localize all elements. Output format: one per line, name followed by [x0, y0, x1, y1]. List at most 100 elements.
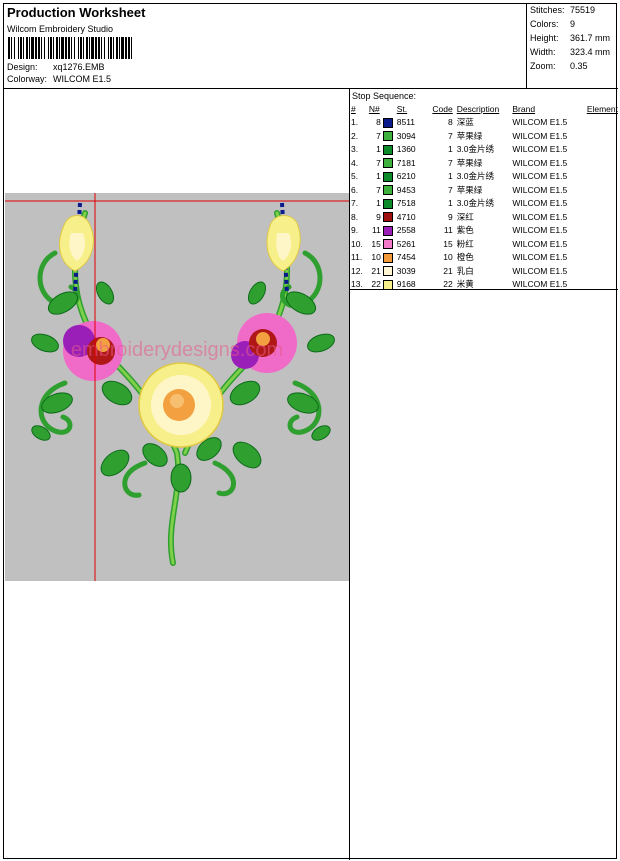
table-row: 6. 7 9453 7 苹果绿 WILCOM E1.5 — [351, 183, 618, 197]
row-code: 1 — [447, 144, 453, 155]
col-needle: N# — [368, 103, 380, 114]
row-index: 4. — [351, 157, 359, 168]
color-swatch — [382, 278, 397, 292]
row-index: 9. — [351, 225, 359, 236]
row-needle: 1 — [376, 198, 381, 209]
barcode-bar — [59, 37, 60, 59]
colorway-row: Colorway: WILCOM E1.5 — [7, 74, 111, 84]
table-row: 3. 1 1360 1 3.0金片绣 WILCOM E1.5 — [351, 143, 618, 157]
color-swatch-box — [382, 212, 393, 223]
row-brand: WILCOM E1.5 — [512, 265, 568, 276]
watermark: embroiderydesigns.com — [71, 339, 283, 361]
color-swatch — [382, 143, 397, 157]
barcode-bar — [23, 37, 24, 59]
row-brand: WILCOM E1.5 — [512, 211, 568, 222]
row-description: 3.0金片绣 — [456, 198, 495, 209]
row-thread-number: 3039 — [396, 265, 416, 276]
row-index: 12. — [351, 265, 363, 276]
barcode-bar — [65, 37, 67, 59]
barcode-bar — [11, 37, 12, 59]
barcode-bar — [104, 37, 105, 59]
color-swatch — [382, 264, 397, 278]
table-row: 12. 21 3039 21 乳白 WILCOM E1.5 — [351, 264, 618, 278]
table-row: 9. 11 2558 11 紫色 WILCOM E1.5 — [351, 224, 618, 238]
row-needle: 7 — [376, 130, 381, 141]
barcode-bar — [53, 37, 54, 59]
row-element — [578, 129, 618, 143]
row-code: 7 — [447, 157, 453, 168]
row-needle: 8 — [376, 117, 381, 128]
barcode-bar — [74, 37, 75, 59]
barcode-bar — [91, 37, 94, 59]
row-code: 22 — [443, 279, 453, 290]
row-needle: 7 — [376, 157, 381, 168]
barcode-bar — [26, 37, 28, 59]
row-brand: WILCOM E1.5 — [512, 130, 568, 141]
barcode-bar — [14, 37, 15, 59]
row-needle: 10 — [371, 252, 381, 263]
barcode-bar — [35, 37, 37, 59]
row-needle: 22 — [371, 279, 381, 290]
row-brand: WILCOM E1.5 — [512, 184, 568, 195]
stop-sequence-title: Stop Sequence: — [352, 91, 417, 101]
design-stats: Stitches: 75519 Colors: 9 Height: 361.7 mm … — [528, 4, 618, 88]
row-needle: 1 — [376, 171, 381, 182]
row-thread-number: 7181 — [396, 157, 416, 168]
row-needle: 21 — [371, 265, 381, 276]
design-label: Design: — [7, 62, 38, 72]
barcode-bar — [41, 37, 42, 59]
table-row: 10. 15 5261 15 粉红 WILCOM E1.5 — [351, 237, 618, 251]
color-swatch-box — [382, 225, 393, 236]
color-swatch-box — [382, 239, 393, 250]
row-needle: 9 — [376, 211, 381, 222]
barcode-bar — [125, 37, 127, 59]
table-row: 2. 7 3094 7 苹果绿 WILCOM E1.5 — [351, 129, 618, 143]
row-element — [578, 143, 618, 157]
color-swatch-box — [382, 266, 393, 277]
col-index: # — [351, 103, 356, 114]
table-row: 13. 22 9168 22 米黄 WILCOM E1.5 — [351, 278, 618, 292]
design-value: xq1276.EMB — [53, 62, 105, 72]
col-code: Code — [432, 103, 453, 114]
row-needle: 7 — [376, 184, 381, 195]
stat-colors: Colors: 9 — [530, 19, 576, 29]
row-description: 3.0金片绣 — [456, 144, 495, 155]
barcode-bar — [119, 37, 120, 59]
row-description: 3.0金片绣 — [456, 171, 495, 182]
barcode-bar — [131, 37, 132, 59]
row-thread-number: 4710 — [396, 211, 416, 222]
row-brand: WILCOM E1.5 — [512, 117, 568, 128]
embroidery-artwork: embroiderydesigns.com — [5, 193, 349, 581]
row-element — [578, 116, 618, 130]
barcode-bar — [95, 37, 97, 59]
table-row: 11. 10 7454 10 橙色 WILCOM E1.5 — [351, 251, 618, 265]
barcode-bar — [83, 37, 84, 59]
color-swatch — [382, 224, 397, 238]
page-title: Production Worksheet — [7, 5, 146, 20]
barcode-bar — [56, 37, 58, 59]
color-swatch-box — [382, 171, 393, 182]
barcode-bar — [29, 37, 30, 59]
barcode-bar — [128, 37, 130, 59]
barcode-bar — [110, 37, 112, 59]
row-code: 15 — [443, 238, 453, 249]
row-brand: WILCOM E1.5 — [512, 238, 568, 249]
barcode-bar — [50, 37, 52, 59]
color-swatch-box — [382, 185, 393, 196]
row-index: 7. — [351, 198, 359, 209]
header-info: Production Worksheet Wilcom Embroidery S… — [4, 4, 527, 88]
row-element — [578, 170, 618, 184]
barcode-bar — [61, 37, 64, 59]
row-thread-number: 9453 — [396, 184, 416, 195]
table-row: 7. 1 7518 1 3.0金片绣 WILCOM E1.5 — [351, 197, 618, 211]
row-description: 苹果绿 — [456, 130, 483, 141]
row-index: 6. — [351, 184, 359, 195]
row-code: 10 — [443, 252, 453, 263]
barcode-bar — [20, 37, 22, 59]
design-preview: embroiderydesigns.com — [5, 193, 349, 581]
col-brand: Brand — [512, 103, 536, 114]
barcode-bar — [78, 37, 79, 59]
software-name: Wilcom Embroidery Studio — [7, 24, 114, 34]
row-element — [578, 224, 618, 238]
barcode-bar — [89, 37, 90, 59]
